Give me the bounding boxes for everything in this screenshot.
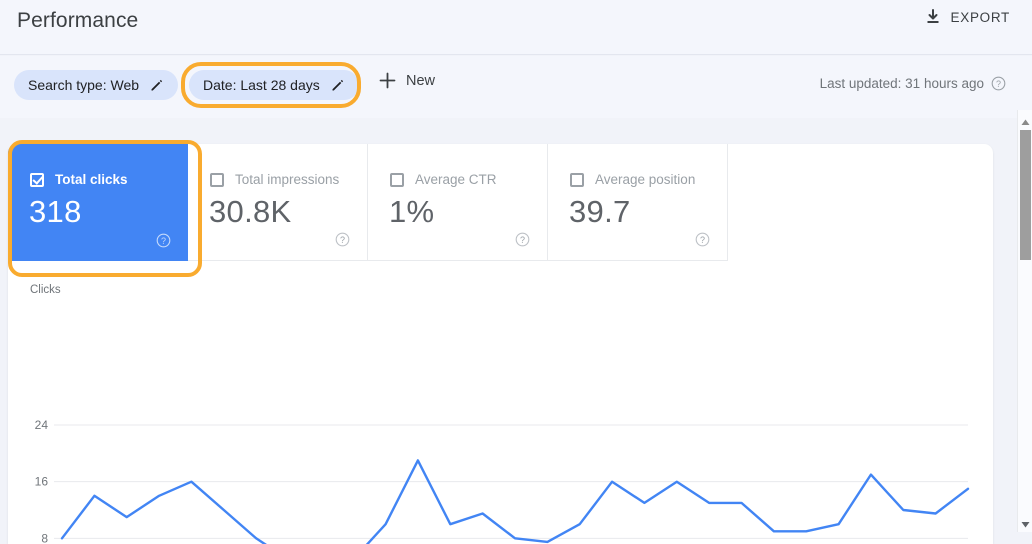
svg-text:?: ? (996, 79, 1001, 89)
metric-value-average-ctr: 1% (389, 194, 435, 229)
help-circle-icon[interactable]: ? (156, 233, 171, 248)
metric-card-header: Average CTR (390, 172, 497, 187)
chart-y-tick-label: 8 (41, 531, 48, 544)
chart-canvas: Clicks 081624 4/29/235/3/235/7/235/11/23… (30, 284, 970, 544)
filter-chip-date[interactable]: Date: Last 28 days (189, 70, 359, 100)
help-circle-icon[interactable]: ? (991, 76, 1006, 91)
filter-chip-search-type-label: Search type: Web (28, 77, 140, 93)
checkbox-average-ctr[interactable] (390, 172, 404, 187)
export-label: EXPORT (950, 9, 1010, 25)
performance-page: Performance EXPORT Search type: Web Date… (0, 0, 1032, 544)
metric-label-average-ctr: Average CTR (415, 172, 497, 187)
last-updated: Last updated: 31 hours ago ? (820, 76, 1006, 91)
chart-y-axis-title: Clicks (30, 284, 61, 296)
plus-icon (379, 72, 396, 89)
svg-text:?: ? (340, 235, 345, 245)
checkbox-total-impressions[interactable] (210, 172, 224, 187)
pencil-icon (149, 78, 164, 93)
svg-text:?: ? (161, 236, 166, 246)
page-header: Performance EXPORT (0, 0, 1032, 55)
metric-value-total-impressions: 30.8K (209, 194, 292, 229)
metric-card-total-clicks[interactable]: Total clicks 318 ? (8, 144, 188, 261)
metric-label-total-impressions: Total impressions (235, 172, 340, 187)
metric-value-total-clicks: 318 (29, 194, 82, 229)
metric-card-header: Average position (570, 172, 695, 187)
export-button[interactable]: EXPORT (924, 8, 1010, 26)
metric-label-average-position: Average position (595, 172, 696, 187)
scrollbar-thumb[interactable] (1020, 130, 1031, 260)
metric-card-header: Total clicks (30, 172, 128, 187)
content-panel: Total clicks 318 ? Total impressions 30.… (8, 144, 993, 544)
chart-y-tick-label: 16 (35, 475, 49, 489)
last-updated-label: Last updated: 31 hours ago (819, 76, 984, 91)
help-circle-icon[interactable]: ? (335, 232, 350, 247)
help-circle-icon[interactable]: ? (695, 232, 710, 247)
new-filter-button[interactable]: New (379, 72, 435, 89)
chart-y-tick-label: 24 (35, 418, 49, 432)
triangle-up-icon[interactable] (1020, 115, 1031, 126)
triangle-down-icon[interactable] (1020, 517, 1031, 528)
filter-chip-date-label: Date: Last 28 days (203, 77, 320, 93)
chart-series-clicks (60, 459, 970, 544)
filter-chip-search-type[interactable]: Search type: Web (14, 70, 179, 100)
svg-text:?: ? (520, 235, 525, 245)
svg-text:?: ? (700, 235, 705, 245)
metric-card-average-ctr[interactable]: Average CTR 1% ? (368, 144, 548, 261)
metric-value-average-position: 39.7 (569, 194, 631, 229)
clicks-line-chart: Clicks 081624 4/29/235/3/235/7/235/11/23… (8, 261, 993, 544)
metric-label-total-clicks: Total clicks (55, 172, 128, 187)
metric-card-total-impressions[interactable]: Total impressions 30.8K ? (188, 144, 368, 261)
chart-y-tick-labels: 081624 (35, 418, 49, 544)
help-circle-icon[interactable]: ? (515, 232, 530, 247)
page-title: Performance (17, 9, 139, 32)
metric-card-header: Total impressions (210, 172, 339, 187)
download-icon (924, 8, 942, 26)
vertical-scrollbar[interactable] (1017, 110, 1032, 532)
metric-card-average-position[interactable]: Average position 39.7 ? (548, 144, 728, 261)
checkbox-average-position[interactable] (570, 172, 584, 187)
new-filter-label: New (406, 72, 436, 89)
pencil-icon (330, 78, 345, 93)
checkbox-total-clicks[interactable] (30, 172, 44, 187)
metric-cards: Total clicks 318 ? Total impressions 30.… (8, 144, 728, 261)
